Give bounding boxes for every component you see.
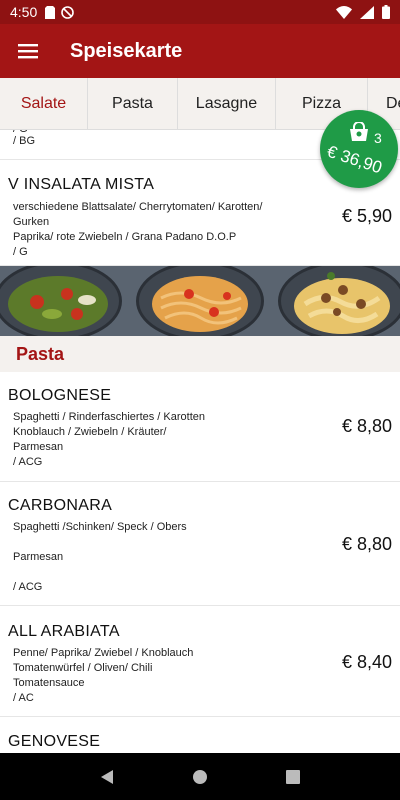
pasta-banner-image: [0, 266, 400, 336]
item-description: / BG: [13, 135, 36, 147]
list-item[interactable]: BOLOGNESE Spaghetti / Rinderfaschiertes …: [0, 372, 400, 482]
cart-item-count: 3: [374, 130, 382, 146]
tab-pasta[interactable]: Pasta: [88, 78, 178, 129]
tab-salate[interactable]: Salate: [0, 78, 88, 129]
back-triangle-icon: [100, 769, 113, 784]
list-item[interactable]: GENOVESE: [0, 717, 400, 753]
item-name: GENOVESE: [8, 733, 101, 750]
section-header-pasta: Pasta: [0, 336, 400, 372]
home-circle-icon: [192, 769, 207, 784]
cart-total: € 36,90: [324, 141, 385, 178]
item-name: BOLOGNESE: [8, 387, 112, 404]
app-bar: Speisekarte: [0, 24, 400, 78]
item-price: € 8,80: [341, 416, 392, 436]
hamburger-menu-icon: [18, 44, 38, 59]
item-description: verschiedene Blattsalate/ Cherrytomaten/…: [13, 201, 263, 258]
system-nav-bar: [0, 753, 400, 800]
sim-card-icon: [45, 5, 56, 19]
do-not-disturb-icon: [61, 5, 75, 19]
item-price: € 8,40: [341, 652, 392, 672]
signal-icon: [360, 5, 374, 19]
item-description: Spaghetti / Rinderfaschiertes / Karotten…: [13, 411, 205, 468]
list-item[interactable]: CARBONARA Spaghetti /Schinken/ Speck / O…: [0, 482, 400, 606]
plate-image: [278, 266, 400, 336]
menu-button[interactable]: [0, 24, 56, 78]
list-item[interactable]: ALL ARABIATA Penne/ Paprika/ Zwiebel / K…: [0, 606, 400, 717]
recents-button[interactable]: [273, 757, 313, 797]
item-name: V INSALATA MISTA: [8, 176, 155, 193]
home-button[interactable]: [180, 757, 220, 797]
cart-button[interactable]: 3 € 36,90: [320, 110, 398, 188]
item-price: € 5,90: [341, 206, 392, 226]
page-title: Speisekarte: [70, 39, 183, 62]
back-button[interactable]: [87, 757, 127, 797]
plate-image: [0, 266, 122, 336]
wifi-icon: [336, 5, 352, 19]
item-description: Penne/ Paprika/ Zwiebel / Knoblauch Toma…: [13, 647, 194, 704]
plate-image: [136, 266, 264, 336]
item-price: € 8,80: [341, 534, 392, 554]
recents-square-icon: [286, 769, 301, 784]
status-time: 4:50: [10, 4, 38, 20]
battery-icon: [382, 5, 390, 19]
status-bar: 4:50: [0, 0, 400, 24]
shopping-bag-icon: [350, 122, 368, 141]
menu-list: / G / BG V INSALATA MISTA verschiedene B…: [0, 130, 400, 753]
tab-lasagne[interactable]: Lasagne: [178, 78, 276, 129]
item-name: CARBONARA: [8, 497, 113, 514]
item-description: Spaghetti /Schinken/ Speck / Obers Parme…: [13, 521, 187, 593]
item-name: ALL ARABIATA: [8, 623, 120, 640]
